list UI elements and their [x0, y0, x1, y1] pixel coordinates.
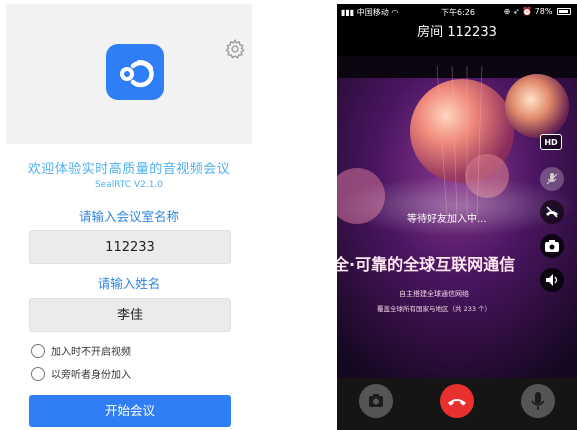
- location-icon: ➶: [512, 7, 520, 16]
- room-title: 房间 112233: [417, 25, 497, 40]
- battery-icon: [557, 8, 571, 15]
- sealrtc-logo-icon: [106, 44, 164, 100]
- start-meeting-button[interactable]: 开始会议: [29, 395, 231, 427]
- camera-switch-icon[interactable]: [540, 234, 564, 258]
- camera-icon[interactable]: [359, 384, 393, 418]
- option-label: 加入时不开启视频: [51, 347, 131, 358]
- call-screen: ▮▮▮ 中国移动 ◠ 下午6:26 ⊕ ➶ ⏰ 78% 房间 112233 全·…: [337, 4, 577, 430]
- signal-icon: ▮▮▮: [341, 8, 355, 17]
- no-video-option[interactable]: 加入时不开启视频: [31, 343, 131, 359]
- video-banner-text: 全·可靠的全球互联网通信: [337, 255, 515, 274]
- hd-icon[interactable]: HD: [540, 134, 562, 150]
- mic-mute-icon[interactable]: [540, 167, 564, 191]
- call-control-bar: [337, 378, 577, 430]
- status-bar: ▮▮▮ 中国移动 ◠ 下午6:26 ⊕ ➶ ⏰ 78%: [337, 4, 577, 20]
- microphone-icon[interactable]: [521, 384, 555, 418]
- carrier-label: 中国移动: [356, 8, 389, 17]
- option-label: 以旁听者身份加入: [51, 370, 131, 381]
- orientation-lock-icon: ⊕: [503, 7, 511, 16]
- alarm-icon: ⏰: [522, 7, 533, 16]
- waiting-text: 等待好友加入中...: [407, 214, 487, 225]
- radio-button[interactable]: [31, 343, 45, 358]
- video-subline-2: 覆盖全球所有国家与地区（共 233 个）: [377, 304, 491, 313]
- status-right-group: ⊕ ➶ ⏰ 78%: [504, 7, 571, 16]
- login-header: [6, 4, 252, 144]
- speaker-icon[interactable]: [540, 268, 564, 292]
- audience-option[interactable]: 以旁听者身份加入: [31, 366, 131, 382]
- login-screen: 欢迎体验实时高质量的音视频会议 SealRTC V2.1.0 请输入会议室名称 …: [0, 0, 258, 430]
- wifi-icon: ◠: [391, 8, 399, 17]
- hangup-small-icon[interactable]: [540, 200, 564, 224]
- battery-percent: 78%: [534, 7, 553, 16]
- version-text: SealRTC V2.1.0: [94, 180, 164, 190]
- radio-button[interactable]: [31, 366, 45, 381]
- video-subline-1: 自主搭建全球通信网络: [399, 289, 469, 298]
- room-label: 请输入会议室名称: [78, 209, 179, 224]
- gear-icon[interactable]: [224, 38, 246, 60]
- status-time: 下午6:26: [441, 8, 475, 17]
- carrier-text: ▮▮▮ 中国移动 ◠: [341, 7, 398, 18]
- name-input[interactable]: 李佳: [29, 298, 231, 332]
- name-label: 请输入姓名: [97, 276, 161, 291]
- welcome-text: 欢迎体验实时高质量的音视频会议: [27, 162, 231, 177]
- room-input[interactable]: 112233: [29, 230, 231, 264]
- hangup-icon[interactable]: [440, 384, 474, 418]
